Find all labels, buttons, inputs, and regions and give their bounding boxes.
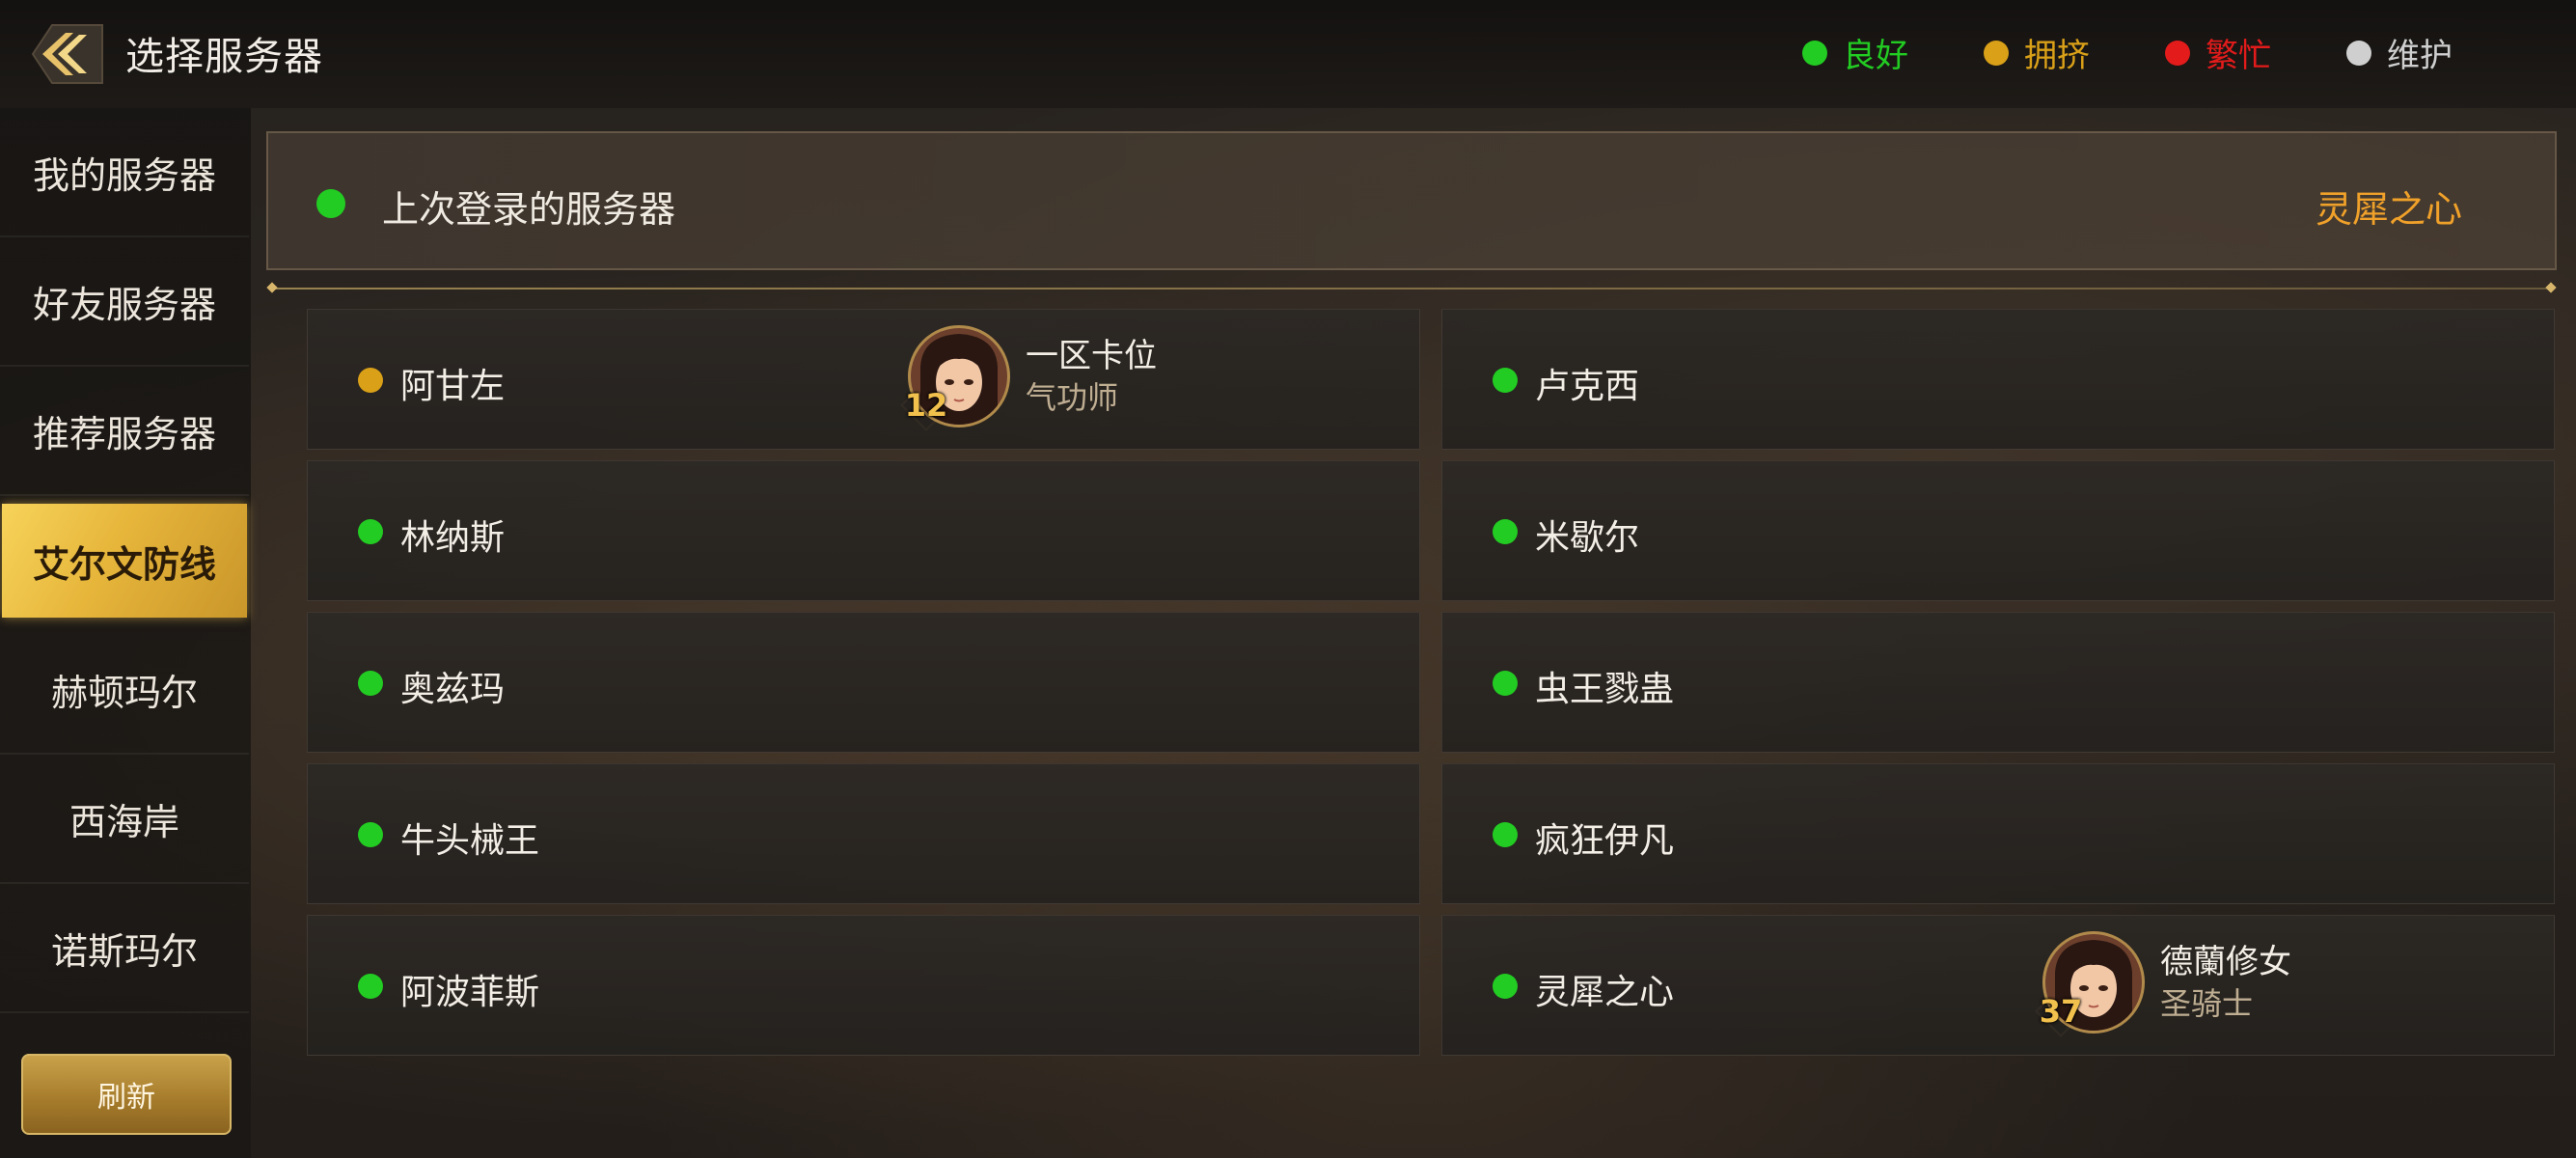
server-item[interactable]: 灵犀之心 37 德蘭修女圣骑士: [1441, 915, 2555, 1056]
server-list: 阿甘左 12 一区卡位气功师 卢克西林纳斯 米歇尔奥兹玛 虫王戮蛊牛头械王 疯狂伊凡阿波菲斯…: [307, 309, 2555, 1056]
status-dot-icon: [1493, 368, 1518, 393]
header-bar: 选择服务器 良好 拥挤 繁忙 维护: [0, 0, 2576, 108]
status-dot-icon: [1493, 974, 1518, 999]
legend-busy: 繁忙: [2165, 29, 2271, 76]
legend-label: 良好: [1843, 37, 1908, 75]
sidebar-item-elvenguard[interactable]: 艾尔文防线: [2, 504, 247, 618]
status-dot-icon: [358, 519, 383, 544]
status-dot-icon: [358, 368, 383, 393]
server-name: 米歇尔: [1535, 518, 1640, 558]
sidebar-item-west-coast[interactable]: 西海岸: [0, 755, 249, 884]
legend-good: 良好: [1802, 29, 1908, 76]
sidebar-item-recommended-servers[interactable]: 推荐服务器: [0, 367, 249, 496]
back-button[interactable]: [14, 17, 108, 91]
status-dot-icon: [1493, 519, 1518, 544]
status-dot-icon: [316, 189, 345, 218]
server-item[interactable]: 虫王戮蛊: [1441, 612, 2555, 753]
legend-crowded: 拥挤: [1984, 29, 2090, 76]
status-dot-icon: [1493, 671, 1518, 696]
legend-label: 维护: [2387, 37, 2453, 75]
last-login-label: 上次登录的服务器: [382, 188, 676, 231]
server-item[interactable]: 牛头械王: [307, 763, 1420, 904]
status-legend: 良好 拥挤 繁忙 维护: [1802, 29, 2453, 76]
server-name: 阿甘左: [400, 367, 506, 406]
status-dot-icon: [358, 822, 383, 847]
back-arrow-icon: [31, 24, 103, 84]
server-item[interactable]: 阿波菲斯: [307, 915, 1420, 1056]
status-dot-icon: [2346, 40, 2371, 66]
server-item[interactable]: 米歇尔: [1441, 460, 2555, 601]
server-item[interactable]: 林纳斯: [307, 460, 1420, 601]
character-class: 圣骑士: [2160, 985, 2254, 1022]
refresh-button[interactable]: 刷新: [21, 1054, 232, 1135]
server-item[interactable]: 阿甘左 12 一区卡位气功师: [307, 309, 1420, 450]
status-dot-icon: [2165, 40, 2190, 66]
server-name: 虫王戮蛊: [1535, 670, 1675, 709]
last-login-server-row[interactable]: 上次登录的服务器 灵犀之心: [266, 131, 2557, 270]
status-dot-icon: [1984, 40, 2009, 66]
status-dot-icon: [1493, 822, 1518, 847]
page-title: 选择服务器: [125, 35, 323, 79]
section-divider: [270, 288, 2553, 290]
legend-label: 拥挤: [2024, 37, 2090, 75]
sidebar-item-friend-servers[interactable]: 好友服务器: [0, 237, 249, 367]
server-region-sidebar: 我的服务器 好友服务器 推荐服务器 艾尔文防线 赫顿玛尔 西海岸 诺斯玛尔: [0, 108, 251, 1158]
server-item[interactable]: 奥兹玛: [307, 612, 1420, 753]
character-level-badge: 37: [2037, 987, 2085, 1035]
server-name: 牛头械王: [400, 821, 540, 861]
character-level-badge: 12: [902, 381, 950, 429]
server-name: 林纳斯: [400, 518, 506, 558]
status-dot-icon: [1802, 40, 1827, 66]
character-name: 德蘭修女: [2160, 943, 2291, 981]
server-item[interactable]: 卢克西: [1441, 309, 2555, 450]
server-name: 灵犀之心: [1535, 973, 1675, 1012]
last-login-server-name: 灵犀之心: [2315, 188, 2462, 231]
legend-label: 繁忙: [2206, 37, 2271, 75]
legend-maintenance: 维护: [2346, 29, 2453, 76]
server-name: 卢克西: [1535, 367, 1640, 406]
server-name: 奥兹玛: [400, 670, 506, 709]
character-name: 一区卡位: [1026, 337, 1157, 375]
server-item[interactable]: 疯狂伊凡: [1441, 763, 2555, 904]
status-dot-icon: [358, 671, 383, 696]
character-class: 气功师: [1026, 379, 1119, 416]
sidebar-item-hendon-myre[interactable]: 赫顿玛尔: [0, 625, 249, 755]
status-dot-icon: [358, 974, 383, 999]
server-name: 阿波菲斯: [400, 973, 540, 1012]
server-name: 疯狂伊凡: [1535, 821, 1675, 861]
sidebar-item-nosmar[interactable]: 诺斯玛尔: [0, 884, 249, 1013]
sidebar-item-my-servers[interactable]: 我的服务器: [0, 108, 249, 237]
